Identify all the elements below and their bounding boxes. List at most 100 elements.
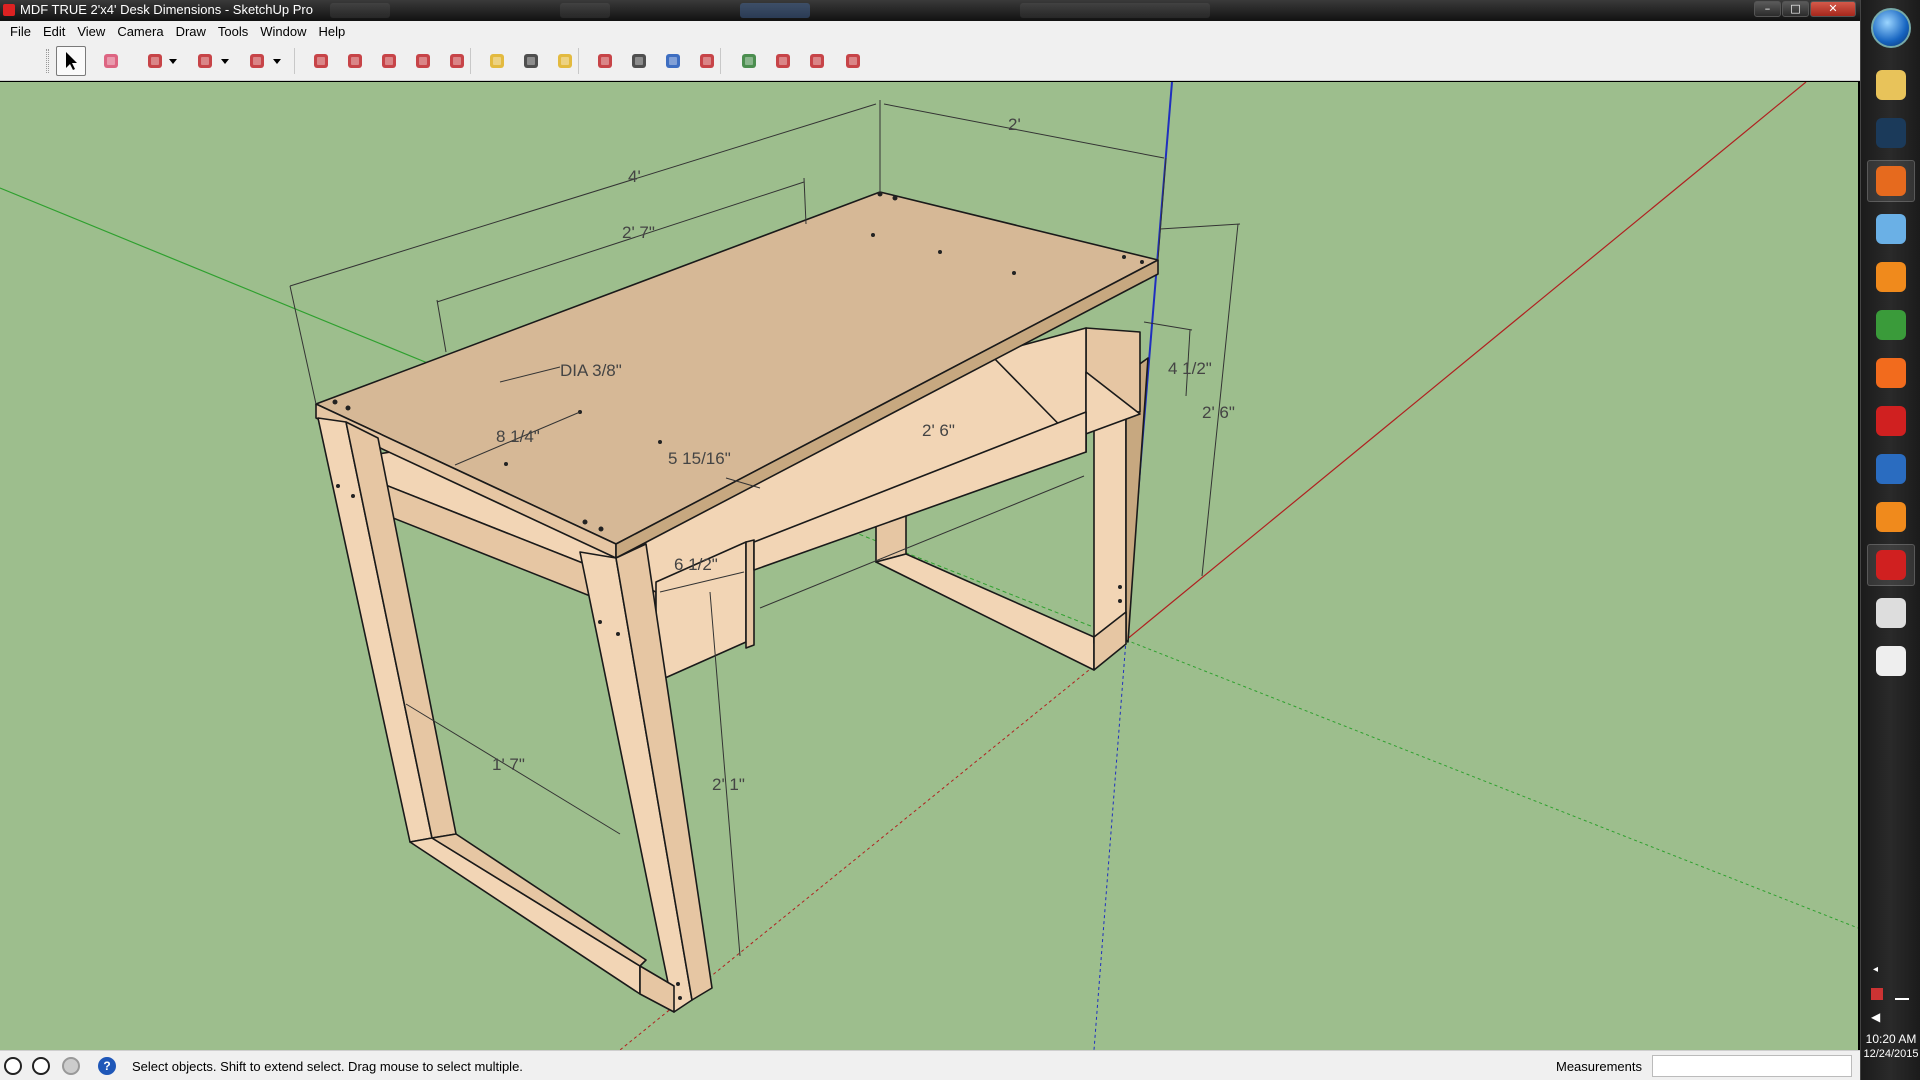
origin-glyph	[1876, 358, 1906, 388]
layout-send-icon[interactable]	[838, 46, 868, 76]
dim-shelf-length-label: 2' 7"	[622, 223, 655, 242]
dim-leg-spacing-label: 1' 7"	[492, 755, 525, 774]
windows-taskbar: ◂ ◀ 10:20 AM 12/24/2015	[1860, 0, 1920, 1080]
dim-leg-height-label: 2' 1"	[712, 775, 745, 794]
steam-glyph	[1876, 118, 1906, 148]
paint-app-icon[interactable]	[1867, 208, 1915, 250]
tray-expand-icon[interactable]: ◂	[1873, 964, 1878, 975]
credits-icon[interactable]	[32, 1057, 50, 1075]
text-tool-icon[interactable]	[516, 46, 546, 76]
screw-hole	[676, 982, 680, 986]
vlc-icon[interactable]	[1867, 496, 1915, 538]
clock-time[interactable]: 10:20 AM	[1861, 1032, 1920, 1046]
network-icon[interactable]	[1895, 988, 1909, 1000]
screw-hole	[1118, 585, 1122, 589]
window-title: MDF TRUE 2'x4' Desk Dimensions - SketchU…	[20, 2, 313, 17]
paint-bucket-icon[interactable]	[550, 46, 580, 76]
rotate-icon[interactable]	[408, 46, 438, 76]
settings-app-glyph	[1876, 454, 1906, 484]
screw-hole	[336, 484, 340, 488]
close-button[interactable]: ✕	[1810, 1, 1856, 17]
share-model-icon[interactable]	[802, 46, 832, 76]
follow-me-icon[interactable]	[340, 46, 370, 76]
menu-tools[interactable]: Tools	[212, 24, 254, 39]
screw-hole	[351, 494, 355, 498]
screw-hole	[678, 996, 682, 1000]
dim-height-label: 2' 6"	[1202, 403, 1235, 422]
screw-hole	[1140, 260, 1144, 264]
sketchup-icon[interactable]	[1867, 544, 1915, 586]
help-icon[interactable]: ?	[98, 1057, 116, 1075]
move-icon[interactable]	[374, 46, 404, 76]
push-pull-icon[interactable]	[306, 46, 336, 76]
tape-measure-icon[interactable]	[482, 46, 512, 76]
start-button[interactable]	[1871, 8, 1911, 48]
minimize-button[interactable]: –	[1754, 1, 1781, 17]
firefox-glyph	[1876, 166, 1906, 196]
dim-depth-label: 2'	[1008, 115, 1021, 134]
orbit-icon[interactable]	[590, 46, 620, 76]
background-window-tab	[1020, 3, 1210, 18]
firefox-icon[interactable]	[1867, 160, 1915, 202]
menu-draw[interactable]: Draw	[170, 24, 212, 39]
background-window-tab	[330, 3, 390, 18]
settings-app-icon[interactable]	[1867, 448, 1915, 490]
origin-icon[interactable]	[1867, 352, 1915, 394]
model-viewport[interactable]: 4' 2' 2' 7" DIA 3/8" 8 1/4" 5 15/16" 2' …	[0, 82, 1858, 1050]
calendar-app-icon[interactable]	[1867, 640, 1915, 682]
screw-hole	[582, 519, 588, 525]
menu-view[interactable]: View	[71, 24, 111, 39]
shape-tool-icon[interactable]	[242, 46, 272, 76]
window-controls: – □ ✕	[1753, 1, 1856, 17]
steam-icon[interactable]	[1867, 112, 1915, 154]
scale-icon[interactable]	[442, 46, 472, 76]
arc-tool-icon[interactable]	[190, 46, 220, 76]
file-explorer-icon[interactable]	[1867, 64, 1915, 106]
media-player-icon[interactable]	[1867, 256, 1915, 298]
paint-app-glyph	[1876, 214, 1906, 244]
select-tool-icon[interactable]	[56, 46, 86, 76]
dim-divider-label: 5 15/16"	[668, 449, 731, 468]
acrobat-glyph	[1876, 406, 1906, 436]
dimension-extension	[1157, 157, 1167, 261]
zoom-extents-icon[interactable]	[692, 46, 722, 76]
menu-camera[interactable]: Camera	[111, 24, 169, 39]
back-leg-bottom-rail	[875, 553, 1095, 671]
gamepad-icon[interactable]	[1867, 592, 1915, 634]
menu-window[interactable]: Window	[254, 24, 312, 39]
toolbar-grip[interactable]	[46, 49, 49, 73]
dimension-line	[883, 103, 1165, 159]
user-account-icon[interactable]	[62, 1057, 80, 1075]
3d-warehouse-icon[interactable]	[734, 46, 764, 76]
line-dropdown-icon[interactable]	[166, 46, 180, 76]
shelf-divider-edge	[745, 539, 755, 649]
gamepad-glyph	[1876, 598, 1906, 628]
dim-drawer-length-label: 2' 6"	[922, 421, 955, 440]
model-canvas[interactable]: 4' 2' 2' 7" DIA 3/8" 8 1/4" 5 15/16" 2' …	[0, 82, 1858, 1050]
screw-hole	[877, 191, 883, 197]
volume-icon[interactable]: ◀	[1871, 1010, 1880, 1024]
screw-hole	[892, 195, 898, 201]
extension-warehouse-icon[interactable]	[768, 46, 798, 76]
zoom-icon[interactable]	[658, 46, 688, 76]
measurements-input[interactable]	[1652, 1055, 1852, 1077]
menu-help[interactable]: Help	[313, 24, 352, 39]
screw-hole	[332, 399, 338, 405]
screw-hole	[1122, 255, 1126, 259]
screw-hole	[598, 620, 602, 624]
acrobat-icon[interactable]	[1867, 400, 1915, 442]
screw-hole	[616, 632, 620, 636]
green-axis-negative	[1125, 639, 1858, 929]
pan-icon[interactable]	[624, 46, 654, 76]
geo-location-icon[interactable]	[4, 1057, 22, 1075]
arc-dropdown-icon[interactable]	[218, 46, 232, 76]
chrome-icon[interactable]	[1867, 304, 1915, 346]
action-center-icon[interactable]	[1871, 988, 1883, 1000]
dimension-extension	[1159, 223, 1241, 230]
eraser-tool-icon[interactable]	[96, 46, 126, 76]
menu-file[interactable]: File	[4, 24, 37, 39]
menu-edit[interactable]: Edit	[37, 24, 71, 39]
shape-dropdown-icon[interactable]	[270, 46, 284, 76]
maximize-button[interactable]: □	[1782, 1, 1809, 17]
clock-date[interactable]: 12/24/2015	[1861, 1048, 1920, 1060]
